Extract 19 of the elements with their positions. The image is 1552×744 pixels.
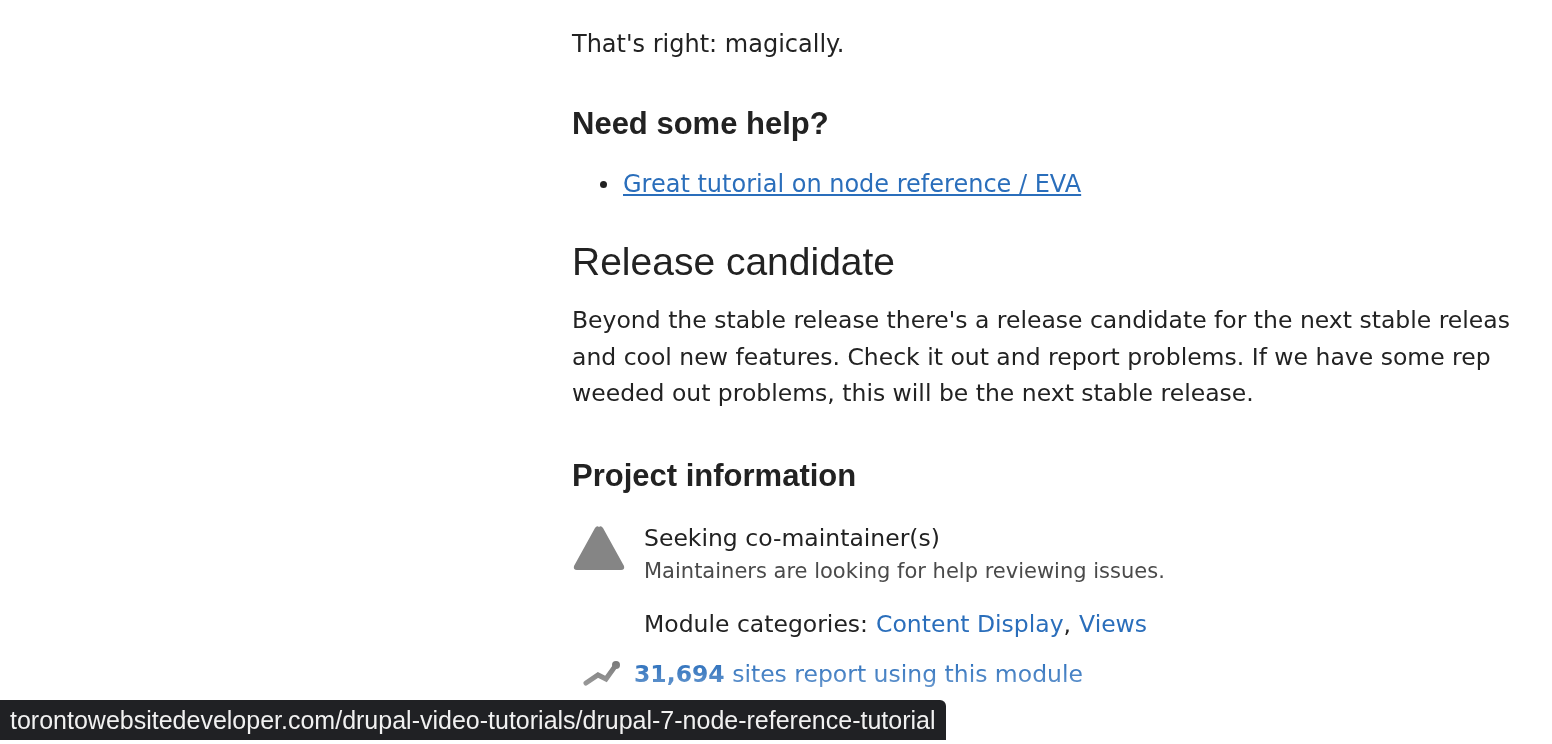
paragraph-line: and cool new features. Check it out and report problems. If we have some rep [572,341,1491,373]
usage-link[interactable]: 31,694 sites report using this module [634,655,1083,692]
comma-separator: , [1063,608,1072,640]
categories-label: Module categories: [644,608,869,640]
warning-triangle-icon [572,523,626,572]
category-link[interactable]: Content Display [876,605,1064,642]
paragraph-line: weeded out problems, this will be the next stable release. [572,378,1254,409]
paragraph-line: Beyond the stable release there's a release candidate for the next stable releas [572,305,1510,336]
status-description: Maintainers are looking for help reviewing issues. [644,557,1165,585]
section-heading: Need some help? [572,106,829,142]
tutorial-link[interactable]: Great tutorial on node reference / EVA [623,166,1082,202]
section-heading: Project information [572,457,857,494]
section-heading: Release candidate [572,239,896,285]
chart-trend-icon [582,658,622,689]
paragraph: That's right: magically. [572,29,845,60]
status-bar-url: torontowebsitedeveloper.com/drupal-video-tutorials/drupal-7-node-reference-tutorial [0,700,946,740]
bullet-icon [600,180,607,188]
status-title: Seeking co-maintainer(s) [644,522,941,554]
category-link[interactable]: Views [1079,605,1148,642]
